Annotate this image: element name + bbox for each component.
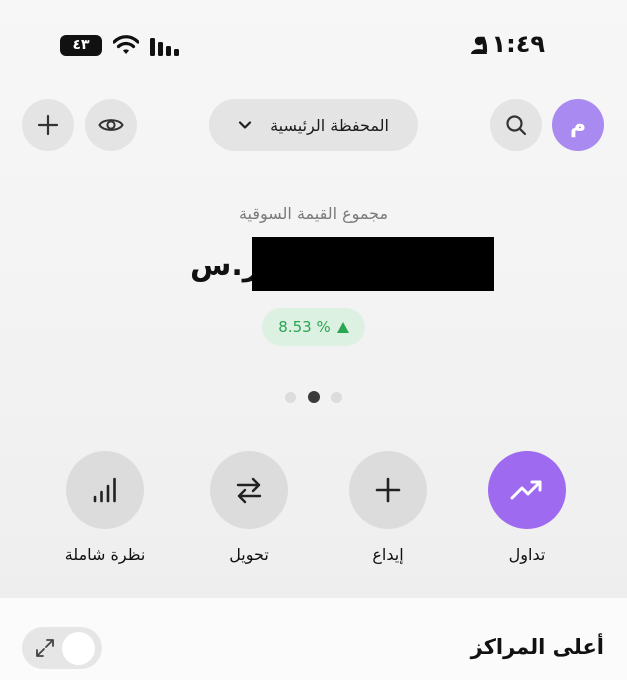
portfolio-selector[interactable]: المحفظة الرئيسية <box>209 99 418 151</box>
wifi-icon <box>113 35 139 54</box>
pager-dot-active[interactable] <box>308 391 320 403</box>
avatar[interactable]: م <box>552 99 604 151</box>
trending-up-icon <box>510 480 542 500</box>
trade-button[interactable] <box>488 451 566 529</box>
cellular-signal-icon <box>150 38 179 56</box>
section-title: أعلى المراكز <box>470 635 604 659</box>
battery-indicator: ٤٣ <box>60 35 102 56</box>
overview-button[interactable] <box>66 451 144 529</box>
currency-label: ر.س <box>190 248 261 283</box>
person-icon <box>471 36 487 54</box>
up-triangle-icon <box>336 321 349 333</box>
eye-icon <box>98 119 124 131</box>
change-badge: 8.53 % <box>262 308 365 346</box>
pager-dot[interactable] <box>285 392 296 403</box>
trade-label: تداول <box>508 545 546 564</box>
plus-icon <box>37 114 59 136</box>
overview-label: نظرة شاملة <box>64 545 146 564</box>
bar-chart-icon <box>93 477 116 503</box>
search-button[interactable] <box>490 99 542 151</box>
toggle-knob[interactable] <box>62 632 95 665</box>
pager-dot[interactable] <box>331 392 342 403</box>
transfer-icon <box>236 477 262 504</box>
change-value: 8.53 % <box>278 318 331 336</box>
portfolio-name: المحفظة الرئيسية <box>270 115 389 135</box>
plus-icon <box>375 477 401 503</box>
toggle-visibility-button[interactable] <box>85 99 137 151</box>
balance-redacted <box>252 237 494 291</box>
transfer-button[interactable] <box>210 451 288 529</box>
transfer-label: تحويل <box>229 545 269 564</box>
market-value-label: مجموع القيمة السوقية <box>238 204 389 223</box>
add-button[interactable] <box>22 99 74 151</box>
deposit-button[interactable] <box>349 451 427 529</box>
deposit-label: إيداع <box>372 545 404 564</box>
avatar-letter: م <box>569 112 587 138</box>
battery-level: ٤٣ <box>72 37 90 53</box>
expand-icon <box>36 639 54 657</box>
search-icon <box>506 115 527 136</box>
chevron-down-icon <box>238 121 252 129</box>
